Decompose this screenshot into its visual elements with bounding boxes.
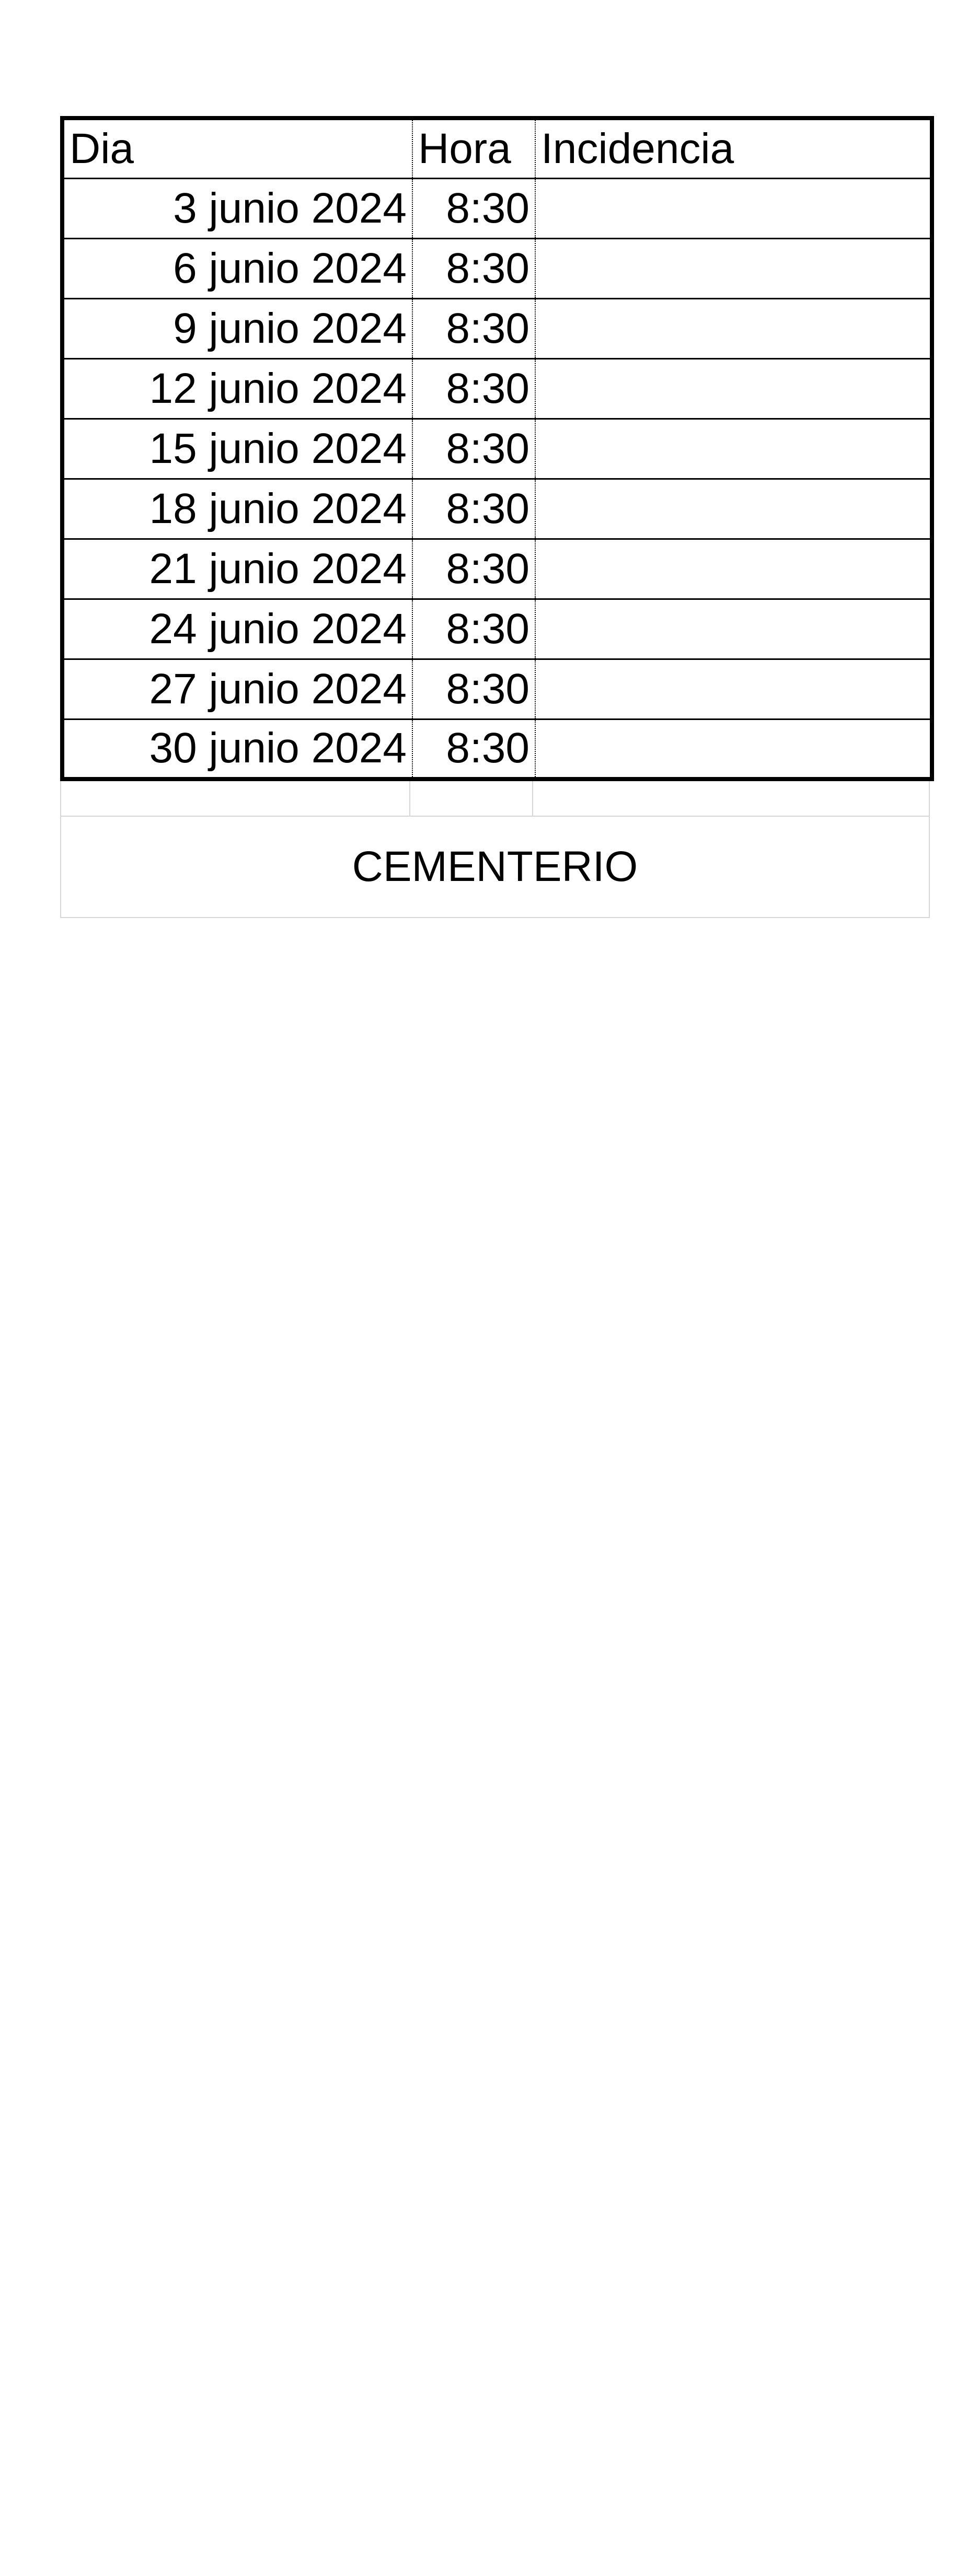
empty-cell[interactable]: [60, 781, 410, 816]
cell-incidencia[interactable]: [535, 297, 934, 359]
table-row: 15 junio 2024 8:30: [60, 417, 934, 480]
cell-dia[interactable]: 18 junio 2024: [60, 478, 413, 540]
cell-hora[interactable]: 8:30: [412, 177, 536, 239]
header-row: Dia Hora Incidencia: [60, 116, 934, 179]
cell-hora[interactable]: 8:30: [412, 237, 536, 299]
cell-incidencia[interactable]: [535, 357, 934, 420]
cell-incidencia[interactable]: [535, 237, 934, 299]
cell-dia[interactable]: 30 junio 2024: [60, 718, 413, 781]
cell-dia[interactable]: 21 junio 2024: [60, 538, 413, 600]
cell-hora[interactable]: 8:30: [412, 417, 536, 480]
spreadsheet-page: Dia Hora Incidencia 3 junio 2024 8:30 6 …: [60, 116, 934, 918]
cell-hora[interactable]: 8:30: [412, 718, 536, 781]
table-row: 21 junio 2024 8:30: [60, 538, 934, 600]
table-row: 30 junio 2024 8:30: [60, 718, 934, 781]
cell-dia[interactable]: 6 junio 2024: [60, 237, 413, 299]
table-row: 24 junio 2024 8:30: [60, 598, 934, 660]
cell-dia[interactable]: 15 junio 2024: [60, 417, 413, 480]
merged-cell-cementerio[interactable]: CEMENTERIO: [60, 816, 930, 918]
table-body: 3 junio 2024 8:30 6 junio 2024 8:30 9 ju…: [60, 177, 934, 781]
header-incidencia[interactable]: Incidencia: [535, 116, 934, 179]
cell-hora[interactable]: 8:30: [412, 357, 536, 420]
cell-hora[interactable]: 8:30: [412, 297, 536, 359]
cell-incidencia[interactable]: [535, 598, 934, 660]
table-row: 18 junio 2024 8:30: [60, 478, 934, 540]
cell-incidencia[interactable]: [535, 177, 934, 239]
table-row: 3 junio 2024 8:30: [60, 177, 934, 239]
empty-cell[interactable]: [533, 781, 930, 816]
cell-incidencia[interactable]: [535, 478, 934, 540]
table-row: 27 junio 2024 8:30: [60, 658, 934, 720]
header-dia[interactable]: Dia: [60, 116, 413, 179]
cell-dia[interactable]: 12 junio 2024: [60, 357, 413, 420]
table-row: 6 junio 2024 8:30: [60, 237, 934, 299]
cell-hora[interactable]: 8:30: [412, 478, 536, 540]
cell-incidencia[interactable]: [535, 538, 934, 600]
cell-hora[interactable]: 8:30: [412, 658, 536, 720]
header-hora[interactable]: Hora: [412, 116, 536, 179]
table-row: 9 junio 2024 8:30: [60, 297, 934, 359]
table-row: 12 junio 2024 8:30: [60, 357, 934, 420]
schedule-table: Dia Hora Incidencia 3 junio 2024 8:30 6 …: [60, 116, 934, 781]
cell-incidencia[interactable]: [535, 718, 934, 781]
cell-incidencia[interactable]: [535, 417, 934, 480]
cell-dia[interactable]: 27 junio 2024: [60, 658, 413, 720]
cell-hora[interactable]: 8:30: [412, 598, 536, 660]
empty-row: [60, 781, 930, 816]
cell-incidencia[interactable]: [535, 658, 934, 720]
empty-cell[interactable]: [410, 781, 533, 816]
footer-label: CEMENTERIO: [352, 843, 638, 890]
cell-dia[interactable]: 3 junio 2024: [60, 177, 413, 239]
cell-hora[interactable]: 8:30: [412, 538, 536, 600]
cell-dia[interactable]: 9 junio 2024: [60, 297, 413, 359]
cell-dia[interactable]: 24 junio 2024: [60, 598, 413, 660]
